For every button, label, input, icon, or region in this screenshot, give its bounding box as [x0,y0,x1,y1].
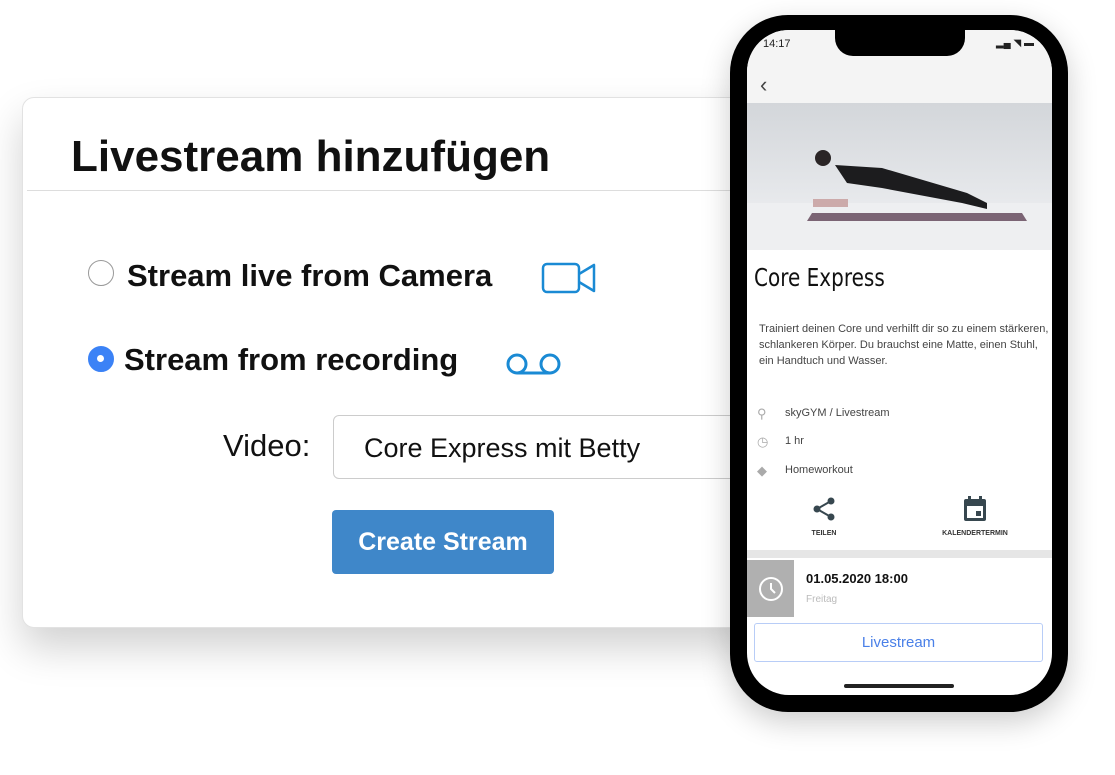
share-label[interactable]: TEILEN [797,530,851,537]
status-time: 14:17 [763,38,791,50]
calendar-label[interactable]: KALENDERTERMIN [932,530,1018,537]
plank-photo [747,150,1052,250]
back-icon[interactable]: ‹ [760,72,767,98]
class-title: Core Express [754,263,885,292]
class-description: Trainiert deinen Core und verhilft dir s… [759,323,1049,367]
clock-box [747,560,794,617]
session-date: 01.05.2020 18:00 [806,571,908,586]
phone-screen: ‹ 14:17 ▂▄ ◥ ▬ Core Express Trainiert de… [747,30,1052,695]
option-recording-label[interactable]: Stream from recording [124,342,458,378]
dialog-title: Livestream hinzufügen [71,132,551,181]
workout-image [747,103,1052,250]
radio-camera[interactable] [88,260,114,286]
calendar-icon[interactable] [962,495,988,523]
tag-text: Homeworkout [785,464,853,476]
timer-icon: ◷ [757,434,769,449]
option-camera-label[interactable]: Stream live from Camera [127,258,492,294]
location-text: skyGYM / Livestream [785,407,890,419]
voicemail-recording-icon [506,353,561,375]
tag-icon: ◆ [757,463,767,478]
video-camera-icon [541,262,596,294]
create-stream-button[interactable]: Create Stream [332,510,554,574]
notch [835,30,965,56]
home-indicator [844,684,954,688]
session-weekday: Freitag [806,594,838,605]
section-separator [747,550,1052,558]
duration-text: 1 hr [785,435,804,447]
share-icon[interactable] [811,496,837,522]
radio-recording[interactable] [88,346,114,372]
location-pin-icon: ⚲ [757,406,767,421]
clock-icon [759,577,783,601]
video-label: Video: [223,428,311,463]
livestream-button[interactable]: Livestream [754,623,1043,662]
status-icons: ▂▄ ◥ ▬ [995,38,1034,49]
add-livestream-dialog: Livestream hinzufügen Stream live from C… [22,97,763,628]
video-select[interactable]: Core Express mit Betty [333,415,763,479]
divider [27,190,761,191]
phone-mockup: ‹ 14:17 ▂▄ ◥ ▬ Core Express Trainiert de… [730,15,1068,712]
